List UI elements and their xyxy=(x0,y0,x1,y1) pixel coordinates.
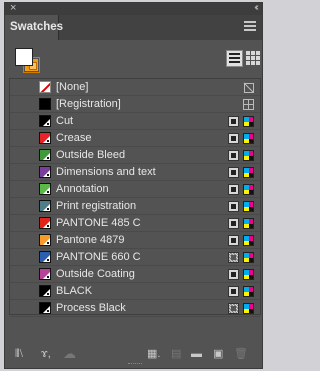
swatch-row[interactable]: Print registration xyxy=(10,198,260,215)
non-editable-icon xyxy=(243,82,254,93)
swatch-name: [None] xyxy=(56,81,89,93)
swatch-name: Crease xyxy=(56,132,92,144)
swatch-name: Outside Bleed xyxy=(56,149,126,161)
swatch-chip xyxy=(39,234,51,246)
swatch-list[interactable]: [None] [Registration] Cut Crease Outside Ble… xyxy=(9,78,261,317)
swatches-panel: × ‹‹ Swatches [None] [Registration] Cut Cre… xyxy=(4,2,263,369)
library-icon[interactable]: ⫴⧵ xyxy=(15,348,23,360)
registration-icon xyxy=(243,99,254,110)
spot-color-icon xyxy=(228,303,239,314)
cloud-icon[interactable]: ☁ xyxy=(63,347,76,360)
spot-color-icon xyxy=(228,235,239,246)
resize-grip[interactable] xyxy=(128,363,142,366)
cmyk-mode-icon xyxy=(243,218,254,229)
swatch-name: PANTONE 660 C xyxy=(56,251,141,263)
list-view-icon[interactable] xyxy=(226,50,243,67)
swatch-row[interactable]: Process Black xyxy=(10,300,260,317)
swatch-chip xyxy=(39,183,51,195)
spot-color-icon xyxy=(228,116,239,127)
cmyk-mode-icon xyxy=(243,133,254,144)
cmyk-mode-icon xyxy=(243,116,254,127)
new-swatch-icon[interactable]: ▣ xyxy=(213,348,223,360)
spot-color-icon xyxy=(228,218,239,229)
swatch-chip xyxy=(39,251,51,263)
swatch-chip xyxy=(39,217,51,229)
panel-menu-icon[interactable] xyxy=(244,21,256,31)
swatch-name: Print registration xyxy=(56,200,137,212)
swatch-row[interactable]: Cut xyxy=(10,113,260,130)
swatch-chip xyxy=(39,149,51,161)
cmyk-mode-icon xyxy=(243,184,254,195)
folder-icon[interactable]: ▬ xyxy=(191,348,202,360)
cmyk-mode-icon xyxy=(243,235,254,246)
cmyk-mode-icon xyxy=(243,269,254,280)
swatch-row[interactable]: Pantone 4879 xyxy=(10,232,260,249)
grid-view-icon[interactable] xyxy=(245,50,262,67)
swatch-row[interactable]: Outside Coating xyxy=(10,266,260,283)
spot-color-icon xyxy=(228,167,239,178)
swatch-name: Cut xyxy=(56,115,74,127)
swatch-chip xyxy=(39,302,51,314)
fill-stroke-widget[interactable] xyxy=(15,48,43,76)
spot-color-icon xyxy=(228,269,239,280)
close-icon[interactable]: × xyxy=(10,3,16,14)
fill-swatch-icon[interactable] xyxy=(15,48,33,66)
panel-titlebar[interactable]: × ‹‹ xyxy=(5,3,262,15)
collapse-icon[interactable]: ‹‹ xyxy=(254,3,258,14)
swatch-chip xyxy=(39,268,51,280)
swatch-name: Dimensions and text xyxy=(56,166,156,178)
swatch-chip xyxy=(39,166,51,178)
swatch-row[interactable]: BLACK xyxy=(10,283,260,300)
spot-color-icon xyxy=(228,184,239,195)
swatch-row[interactable]: PANTONE 485 C xyxy=(10,215,260,232)
cmyk-mode-icon xyxy=(243,303,254,314)
swatch-name: PANTONE 485 C xyxy=(56,217,141,229)
cmyk-mode-icon xyxy=(243,252,254,263)
swatch-name: Outside Coating xyxy=(56,268,135,280)
cmyk-mode-icon xyxy=(243,167,254,178)
swatch-name: BLACK xyxy=(56,285,93,297)
swatch-name: [Registration] xyxy=(56,98,121,110)
swatch-name: Process Black xyxy=(56,302,126,314)
swatch-name: Annotation xyxy=(56,183,109,195)
swatch-row[interactable]: [Registration] xyxy=(10,96,260,113)
swatch-chip xyxy=(39,200,51,212)
swatch-chip xyxy=(39,285,51,297)
swatch-chip xyxy=(39,132,51,144)
swatch-row[interactable]: PANTONE 660 C xyxy=(10,249,260,266)
show-swatch-kinds-icon[interactable]: ɤ, xyxy=(41,348,51,360)
trash-icon[interactable]: 🗑 xyxy=(234,348,248,360)
tab-swatches[interactable]: Swatches xyxy=(5,15,63,40)
swatch-name: Pantone 4879 xyxy=(56,234,125,246)
swatch-chip xyxy=(39,98,51,110)
swatch-chip xyxy=(39,115,51,127)
swatch-chip xyxy=(39,81,51,93)
spot-color-icon xyxy=(228,150,239,161)
new-color-group-icon[interactable]: ▤ xyxy=(171,348,181,360)
swatch-options-icon[interactable]: ▦. xyxy=(147,348,160,360)
swatch-row[interactable]: [None] xyxy=(10,79,260,96)
swatch-row[interactable]: Dimensions and text xyxy=(10,164,260,181)
cmyk-mode-icon xyxy=(243,150,254,161)
swatch-row[interactable]: Crease xyxy=(10,130,260,147)
spot-color-icon xyxy=(228,252,239,263)
spot-color-icon xyxy=(228,286,239,297)
cmyk-mode-icon xyxy=(243,201,254,212)
swatch-row[interactable]: Outside Bleed xyxy=(10,147,260,164)
cmyk-mode-icon xyxy=(243,286,254,297)
swatch-row[interactable]: Annotation xyxy=(10,181,260,198)
bottom-toolbar: ⫴⧵ ɤ, ☁ ▦. ▤ ▬ ▣ 🗑 xyxy=(5,340,262,368)
tab-row: Swatches xyxy=(5,15,262,40)
spot-color-icon xyxy=(228,201,239,212)
spot-color-icon xyxy=(228,133,239,144)
